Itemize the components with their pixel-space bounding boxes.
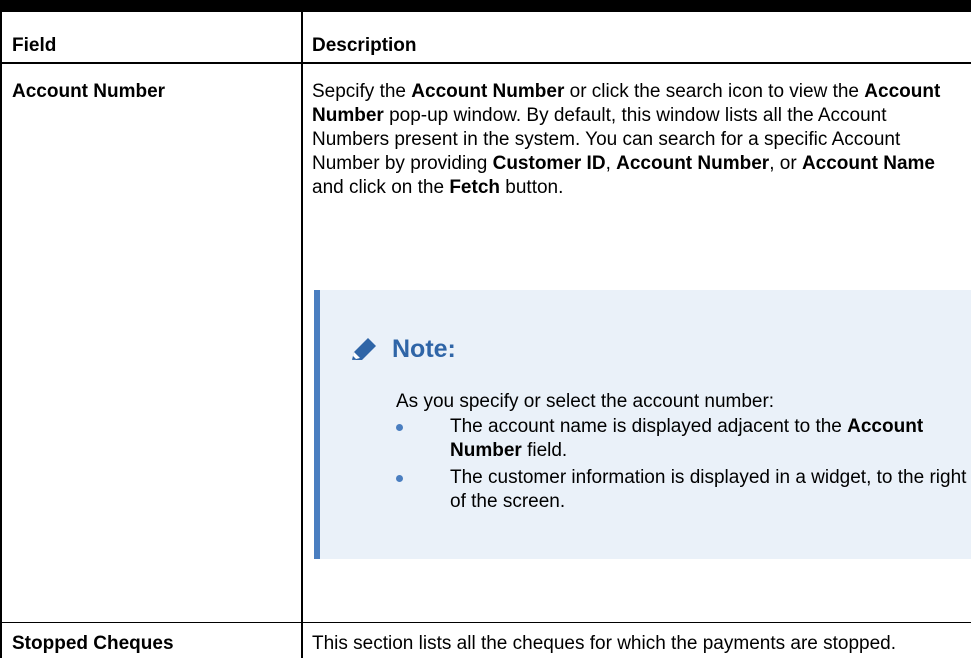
description-stopped-cheques: This section lists all the cheques for w…	[312, 633, 897, 654]
bullet-dot	[396, 424, 403, 431]
field-name-stopped-cheques: Stopped Cheques	[12, 633, 174, 654]
note-intro: As you specify or select the account num…	[396, 391, 775, 412]
bullet-dot	[396, 475, 403, 482]
table-header-row: Field Description	[0, 12, 971, 64]
field-name-account-number: Account Number	[12, 81, 166, 102]
note-title: Note:	[392, 335, 456, 363]
header-field: Field	[12, 35, 57, 56]
table-top-rule	[0, 0, 971, 12]
description-account-number: Sepcify the Account Number or click the …	[312, 81, 941, 198]
pencil-icon	[352, 338, 376, 360]
table-row: Stopped Cheques This section lists all t…	[0, 623, 971, 663]
note-callout: Note: As you specify or select the accou…	[314, 290, 971, 559]
header-description: Description	[312, 35, 417, 56]
note-bullet: The customer information is displayed in…	[396, 466, 966, 514]
note-bullet: The account name is displayed adjacent t…	[396, 415, 956, 463]
